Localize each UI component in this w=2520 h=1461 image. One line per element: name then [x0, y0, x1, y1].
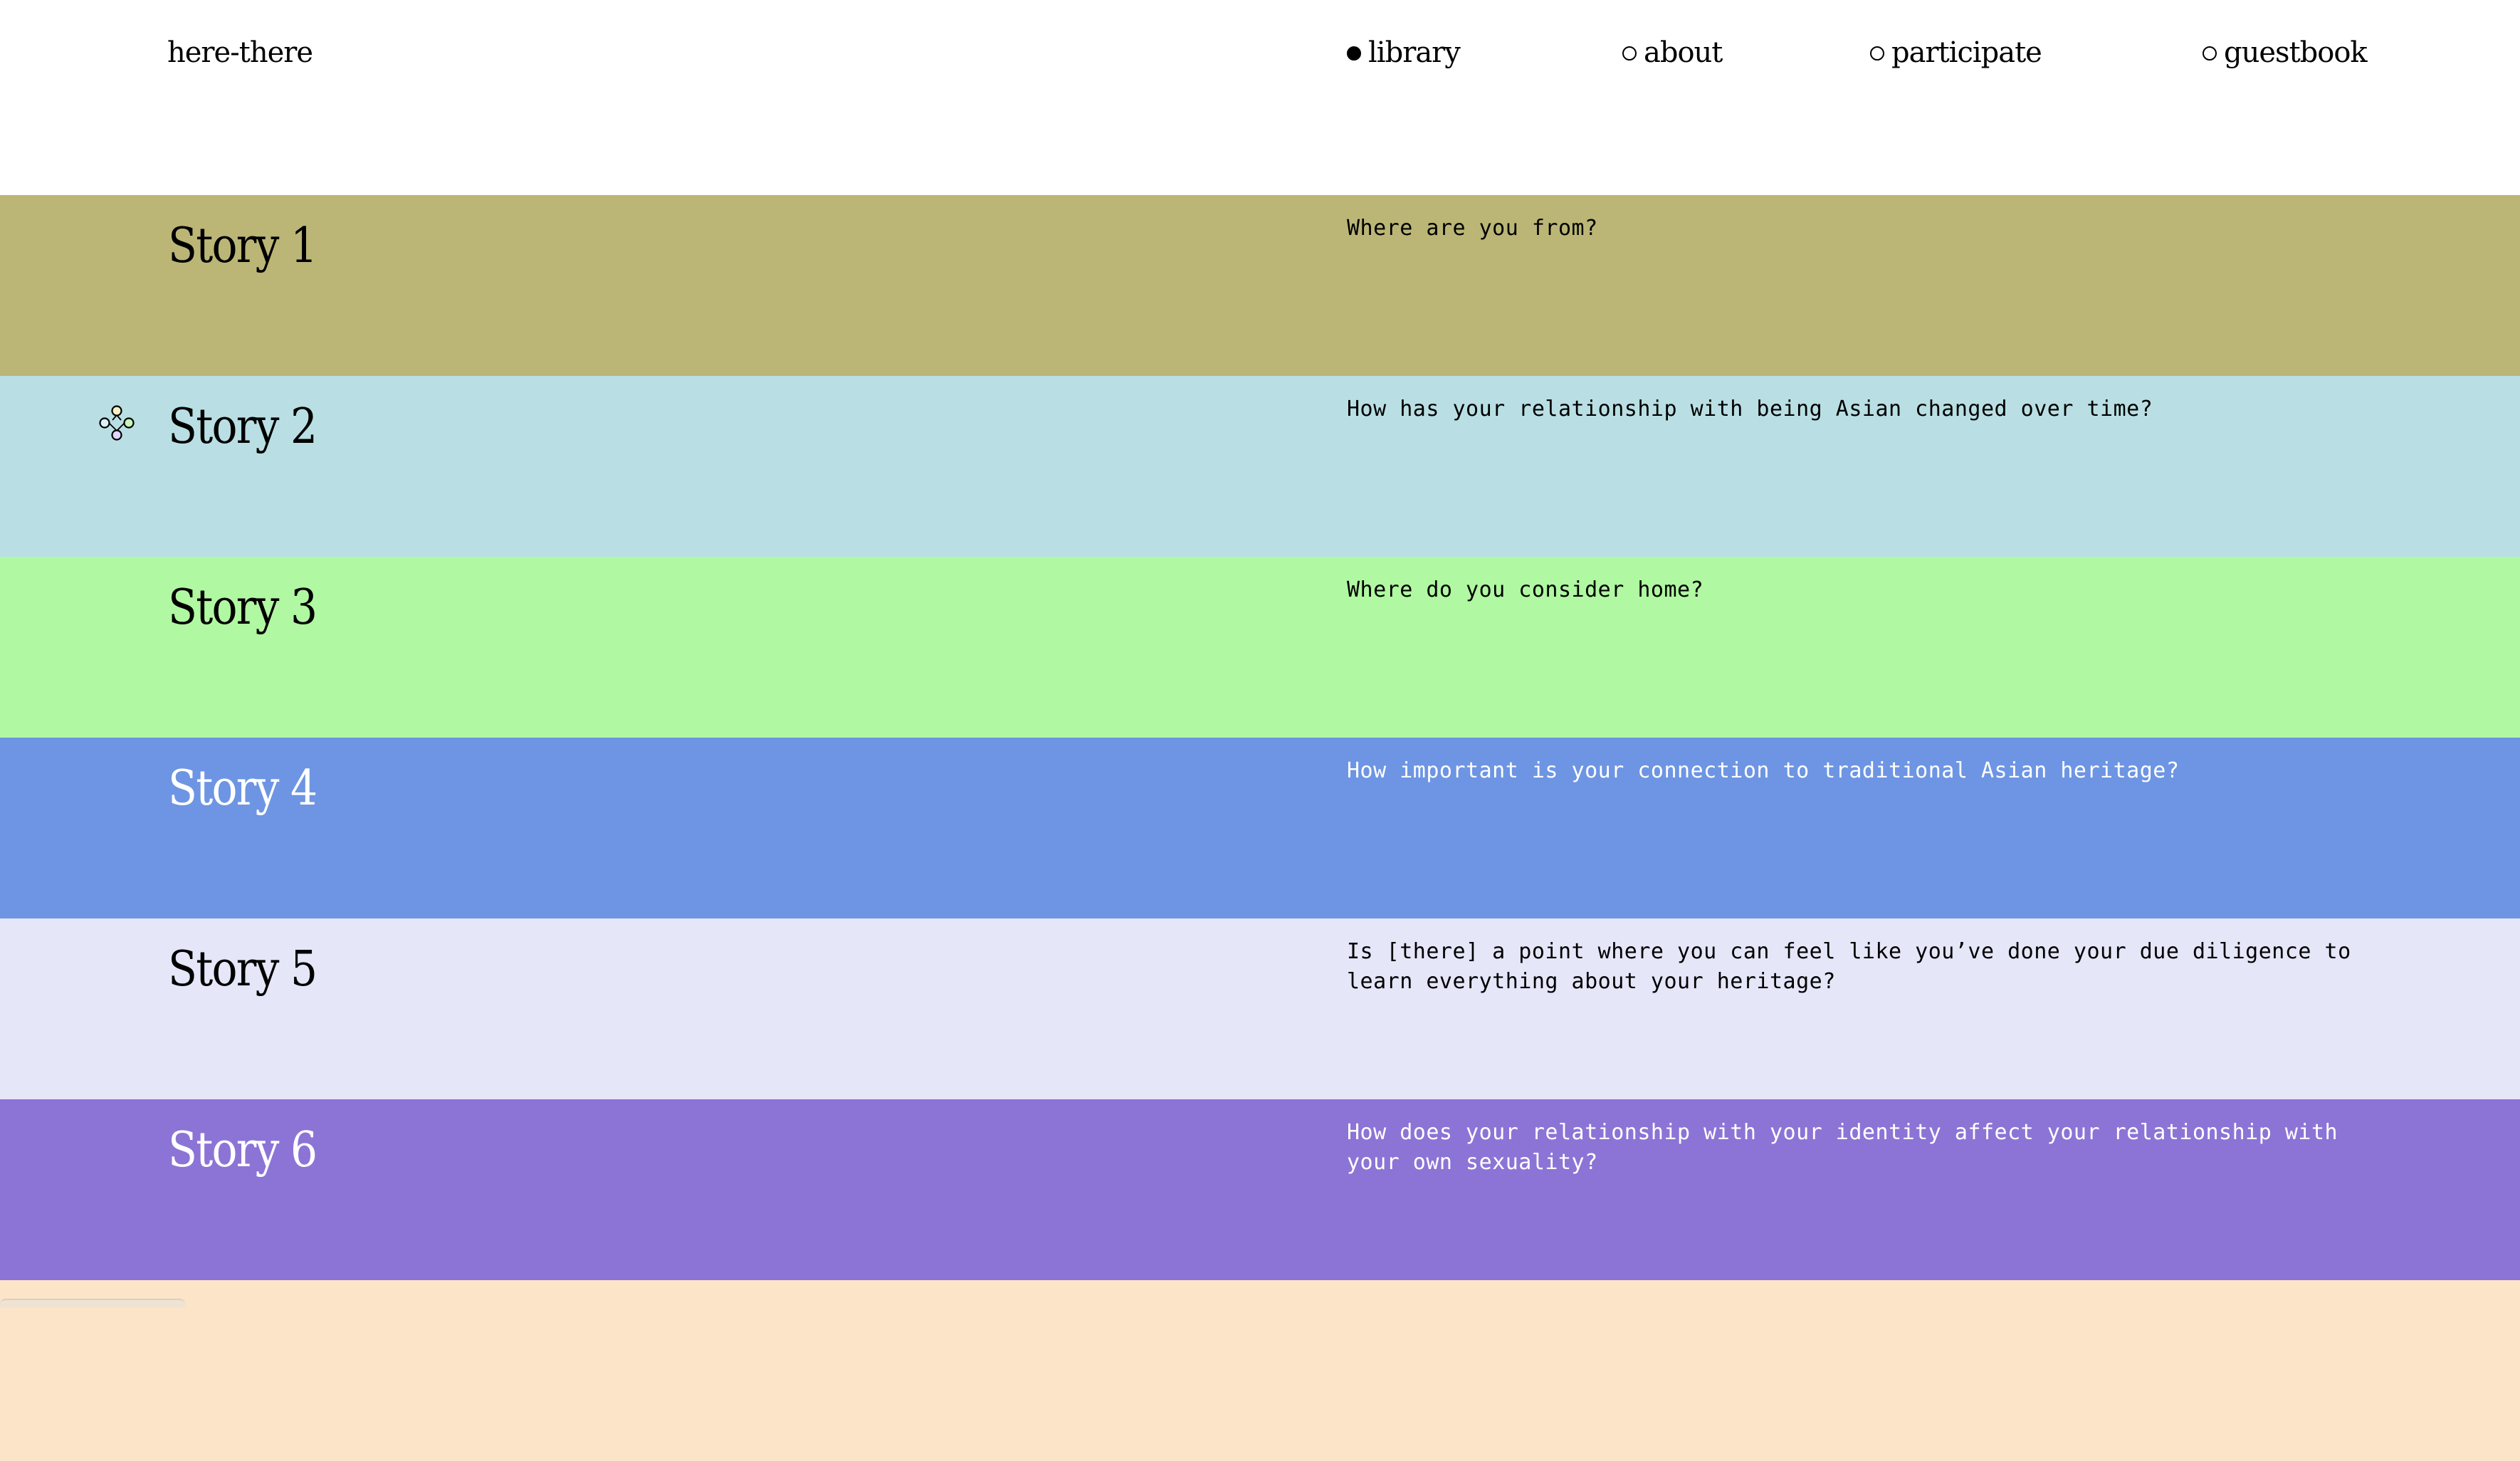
bottom-popup-edge	[0, 1299, 185, 1307]
story-row-1[interactable]: Story 1 Where are you from?	[0, 195, 2520, 376]
nav-participate-dot-icon	[1870, 46, 1884, 61]
story-row-7[interactable]	[0, 1280, 2520, 1461]
sparkle-cursor-icon	[99, 405, 135, 441]
story-row-2[interactable]: Story 2 How has your relationship with b…	[0, 376, 2520, 557]
story-question: How does your relationship with your ide…	[1347, 1120, 2338, 1175]
story-row-3[interactable]: Story 3 Where do you consider home?	[0, 557, 2520, 738]
story-title: Story 3	[168, 580, 317, 636]
nav-participate-label: participate	[1891, 36, 2042, 69]
story-title: Story 2	[168, 399, 317, 455]
nav-about-dot-icon	[1622, 46, 1637, 61]
nav-about-label: about	[1644, 36, 1723, 69]
site-header: here-there library about participate gue…	[0, 0, 2520, 195]
story-library-list: Story 1 Where are you from? Story 2 How …	[0, 195, 2520, 1461]
nav-guestbook-dot-icon	[2203, 46, 2217, 61]
story-question: How has your relationship with being Asi…	[1347, 397, 2153, 421]
story-title: Story 1	[168, 218, 317, 274]
story-title: Story 6	[168, 1122, 317, 1178]
nav-guestbook[interactable]: guestbook	[2203, 31, 2368, 74]
story-row-5[interactable]: Story 5 Is [there] a point where you can…	[0, 918, 2520, 1099]
story-question: Where are you from?	[1347, 216, 1598, 241]
story-row-6[interactable]: Story 6 How does your relationship with …	[0, 1099, 2520, 1280]
nav-participate[interactable]: participate	[1870, 31, 2042, 74]
site-title[interactable]: here-there	[167, 31, 313, 74]
story-question: Where do you consider home?	[1347, 577, 1704, 602]
story-question: Is [there] a point where you can feel li…	[1347, 939, 2351, 994]
nav-library-dot-icon	[1347, 46, 1361, 61]
story-row-4[interactable]: Story 4 How important is your connection…	[0, 738, 2520, 918]
story-title: Story 5	[168, 941, 317, 997]
story-title: Story 4	[168, 760, 317, 817]
story-question: How important is your connection to trad…	[1347, 758, 2180, 783]
nav-guestbook-label: guestbook	[2224, 36, 2368, 69]
nav-library[interactable]: library	[1347, 31, 1461, 74]
nav-library-label: library	[1368, 36, 1461, 69]
nav-about[interactable]: about	[1622, 31, 1723, 74]
